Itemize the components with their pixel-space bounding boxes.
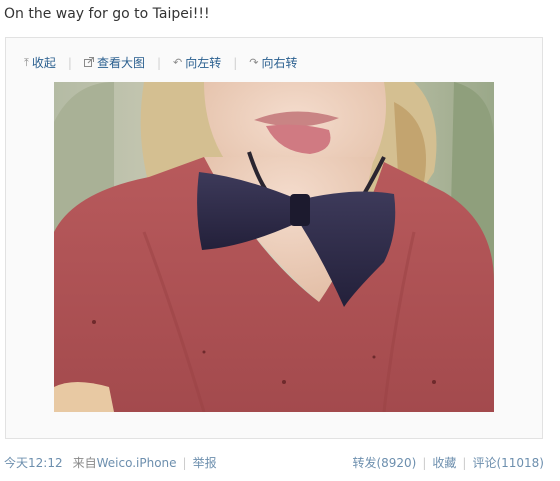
source-link[interactable]: Weico.iPhone: [97, 456, 177, 470]
post-photo[interactable]: [54, 82, 494, 412]
rotate-left-button[interactable]: ↶ 向左转: [173, 54, 221, 71]
external-link-icon: [83, 56, 94, 69]
rotate-left-icon: ↶: [173, 56, 183, 69]
rotate-left-label: 向左转: [185, 56, 222, 70]
media-box: ⤒ 收起 | 查看大图 | ↶ 向左转 | ↷ 向右转: [5, 37, 543, 439]
post-actions: 转发(8920) | 收藏 | 评论(11018): [352, 454, 544, 471]
footer-divider: |: [182, 455, 187, 470]
post-time-link[interactable]: 今天12:12: [4, 454, 63, 471]
view-large-button[interactable]: 查看大图: [83, 54, 145, 71]
collapse-label: 收起: [31, 56, 56, 70]
report-link[interactable]: 举报: [193, 454, 217, 471]
footer-divider: |: [462, 455, 467, 470]
post-text: On the way for go to Taipei!!!: [4, 6, 210, 22]
post-meta: 今天12:12 来自 Weico.iPhone | 举报: [4, 454, 217, 471]
rotate-right-label: 向右转: [261, 56, 298, 70]
footer-divider: |: [422, 455, 427, 470]
toolbar-divider: |: [67, 55, 72, 70]
source-prefix: 来自: [72, 456, 97, 470]
up-arrow-icon: ⤒: [24, 56, 29, 69]
repost-link[interactable]: 转发(8920): [352, 454, 416, 471]
favorite-link[interactable]: 收藏: [432, 454, 456, 471]
toolbar-divider: |: [233, 55, 238, 70]
collapse-button[interactable]: ⤒ 收起: [24, 54, 56, 71]
rotate-right-button[interactable]: ↷ 向右转: [249, 54, 297, 71]
comment-link[interactable]: 评论(11018): [472, 454, 544, 471]
view-large-label: 查看大图: [96, 56, 145, 70]
post-footer: 今天12:12 来自 Weico.iPhone | 举报 转发(8920) | …: [4, 454, 544, 471]
rotate-right-icon: ↷: [249, 56, 259, 69]
image-toolbar: ⤒ 收起 | 查看大图 | ↶ 向左转 | ↷ 向右转: [24, 54, 298, 71]
toolbar-divider: |: [156, 55, 161, 70]
